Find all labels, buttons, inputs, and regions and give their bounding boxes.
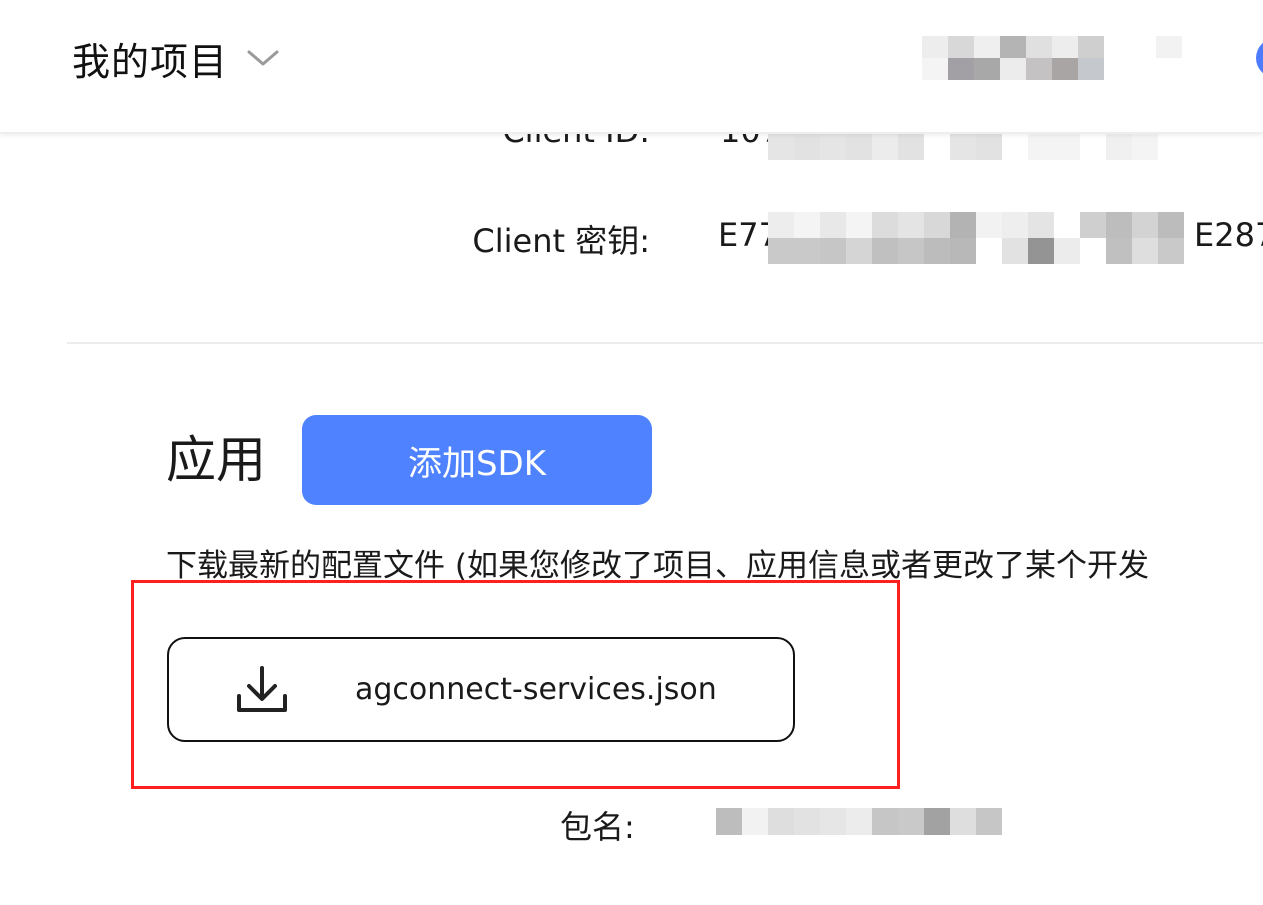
account-redaction bbox=[922, 36, 1182, 80]
apps-section-title: 应用 bbox=[166, 431, 266, 489]
client-secret-suffix: E287 bbox=[1194, 216, 1263, 254]
project-settings-page: Client ID: 107 Client 密钥: E77 E287 应用 添加… bbox=[0, 0, 1263, 905]
client-secret-label: Client 密钥: bbox=[472, 222, 650, 260]
download-icon bbox=[235, 664, 289, 716]
add-sdk-button[interactable]: 添加SDK bbox=[302, 415, 652, 505]
config-download-hint: 下载最新的配置文件 (如果您修改了项目、应用信息或者更改了某个开发 bbox=[166, 548, 1149, 584]
download-config-button[interactable]: agconnect-services.json bbox=[167, 637, 795, 742]
config-file-name: agconnect-services.json bbox=[355, 672, 717, 707]
client-secret-redaction bbox=[768, 212, 1184, 264]
top-header: 我的项目 bbox=[0, 0, 1263, 134]
section-divider bbox=[67, 342, 1263, 344]
package-name-redaction bbox=[716, 808, 1002, 835]
avatar[interactable] bbox=[1256, 38, 1263, 78]
project-switcher[interactable]: 我的项目 bbox=[72, 30, 280, 86]
project-title: 我的项目 bbox=[72, 39, 229, 84]
chevron-down-icon bbox=[246, 48, 280, 68]
package-name-label: 包名: bbox=[560, 808, 635, 846]
